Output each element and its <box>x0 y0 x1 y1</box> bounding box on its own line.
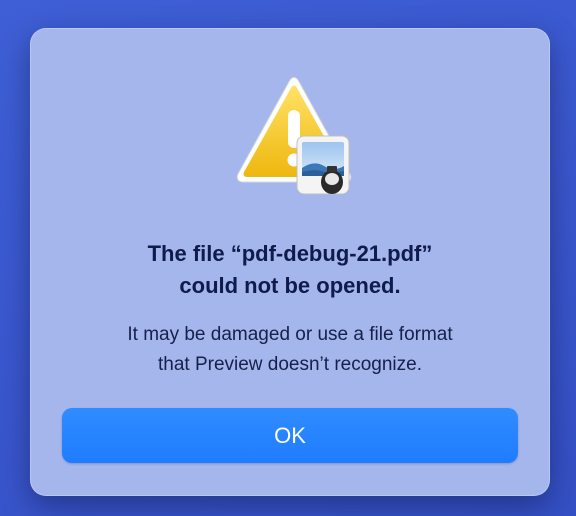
dialog-title-line-2: could not be opened. <box>179 273 401 298</box>
warning-icon <box>228 76 368 202</box>
dialog-message: It may be damaged or use a file format t… <box>30 320 550 380</box>
dialog-title: The file “pdf-debug-21.pdf” could not be… <box>30 238 550 302</box>
dialog-message-line-2: that Preview doesn’t recognize. <box>157 354 423 375</box>
dialog-message-line-1: It may be damaged or use a file format <box>127 324 453 345</box>
dialog-title-line-1: The file “pdf-debug-21.pdf” <box>147 241 433 266</box>
preview-app-icon <box>296 135 350 195</box>
warning-triangle-icon <box>236 77 352 195</box>
alert-dialog: The file “pdf-debug-21.pdf” could not be… <box>30 28 550 496</box>
ok-button[interactable]: OK <box>62 408 518 463</box>
